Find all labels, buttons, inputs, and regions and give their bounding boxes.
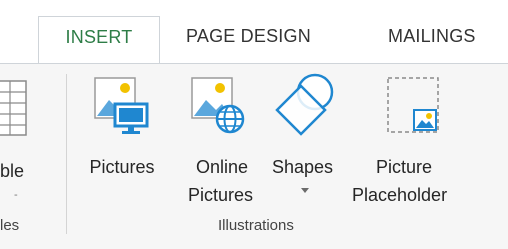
online-pictures-button[interactable]: Online Pictures [176, 70, 268, 210]
group-separator [66, 74, 67, 234]
chevron-down-icon [301, 188, 309, 193]
tab-insert[interactable]: INSERT [38, 16, 160, 64]
tables-group-label: les [0, 217, 20, 234]
online-pictures-icon [191, 77, 245, 134]
table-button[interactable]: ble - [0, 74, 40, 214]
ribbon-panel: ble - les Pictures Online Pictures Shape… [0, 63, 508, 249]
illustrations-group-label: Illustrations [218, 217, 294, 234]
picture-placeholder-icon [387, 77, 439, 133]
online-pictures-label-line2: Pictures [188, 185, 254, 205]
ribbon-tab-bar: INSERT PAGE DESIGN MAILINGS [0, 0, 508, 64]
shapes-label: Shapes [272, 157, 334, 177]
pictures-button[interactable]: Pictures [76, 70, 168, 210]
table-icon [0, 80, 27, 136]
shapes-icon [275, 73, 334, 136]
shapes-button[interactable]: Shapes [266, 70, 344, 210]
tab-page-design[interactable]: PAGE DESIGN [186, 16, 311, 64]
online-pictures-label-line1: Online [195, 157, 249, 177]
tab-mailings[interactable]: MAILINGS [388, 16, 476, 64]
picture-placeholder-label-line2: Placeholder [352, 185, 448, 205]
pictures-label: Pictures [89, 157, 155, 177]
table-dropdown-caret: - [14, 189, 18, 201]
pictures-icon [94, 77, 149, 134]
picture-placeholder-button[interactable]: Picture Placeholder [350, 70, 476, 210]
table-button-label: ble [0, 161, 25, 181]
picture-placeholder-label-line1: Picture [376, 157, 433, 177]
